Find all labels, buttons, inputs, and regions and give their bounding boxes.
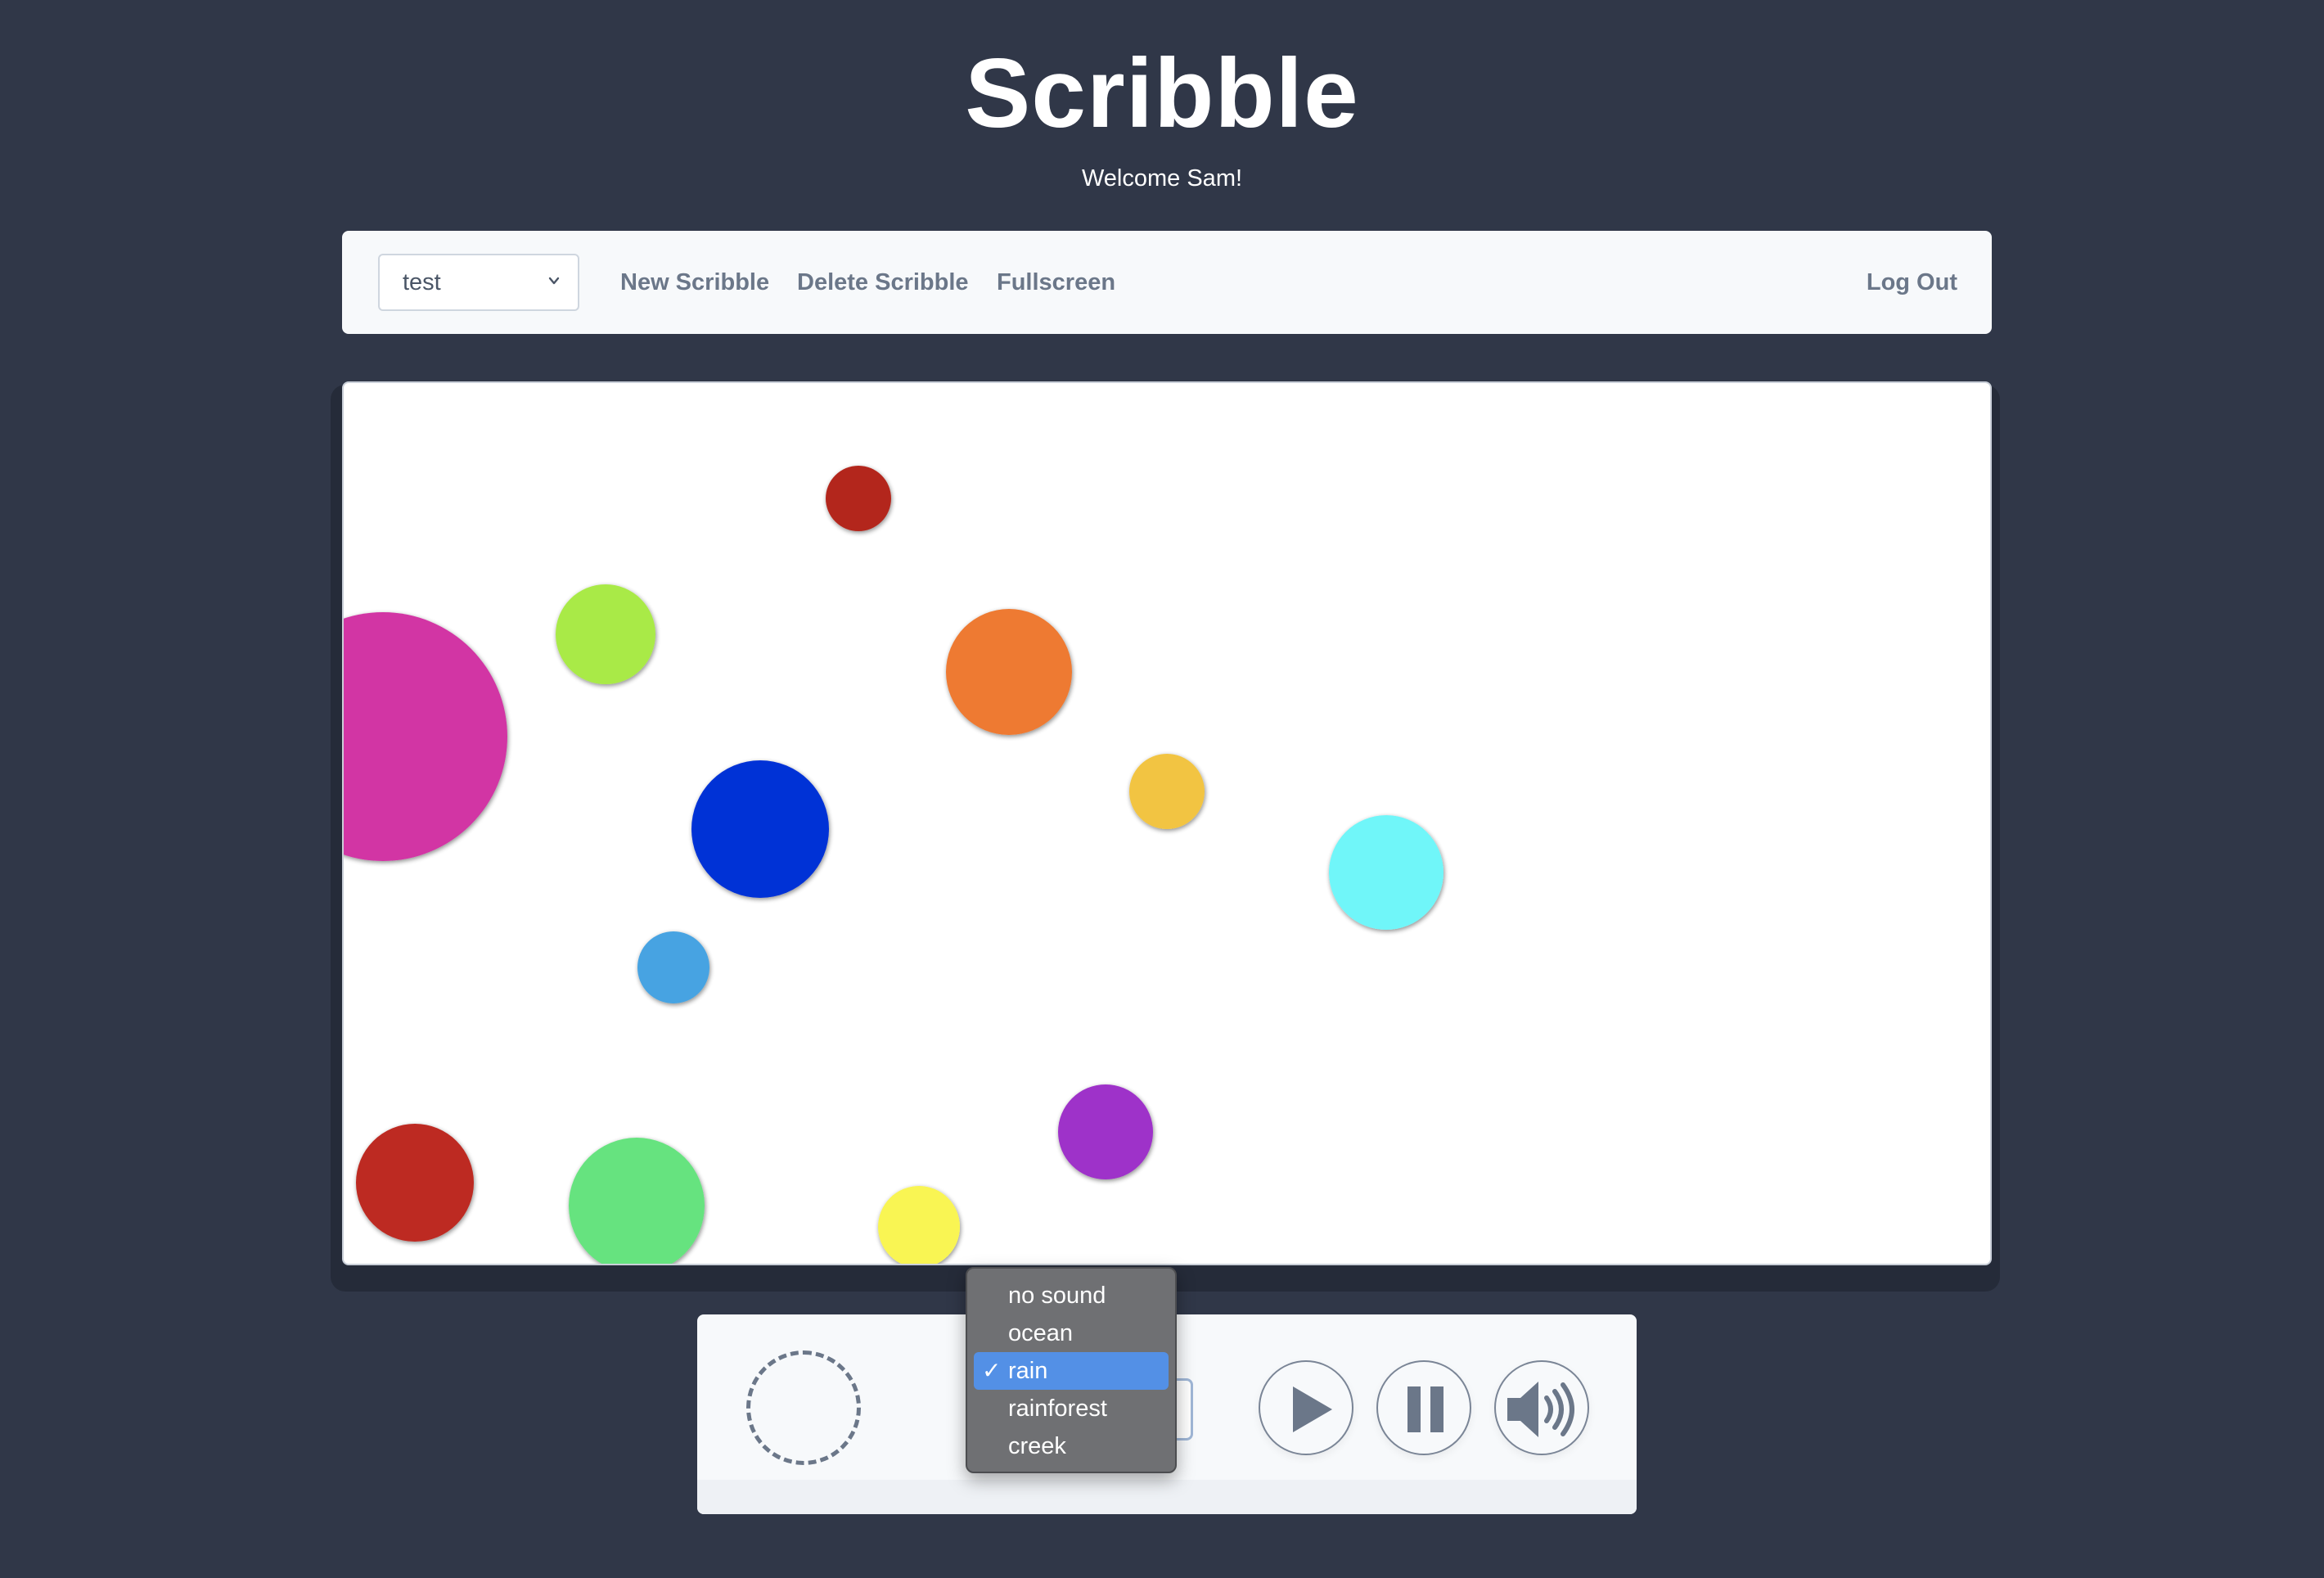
sound-option-label: ocean	[1008, 1320, 1074, 1346]
circle	[569, 1138, 705, 1264]
sound-option-label: rainforest	[1008, 1395, 1107, 1422]
sound-option-creek[interactable]: creek	[974, 1427, 1169, 1465]
circle	[1058, 1084, 1153, 1179]
circle	[826, 466, 891, 531]
volume-icon	[1507, 1382, 1574, 1437]
circle	[946, 609, 1072, 735]
sound-option-no-sound[interactable]: no sound	[974, 1277, 1169, 1314]
loading-spinner-icon	[746, 1350, 861, 1465]
circle	[1129, 754, 1205, 829]
app-title: Scribble	[965, 38, 1359, 148]
sound-option-label: creek	[1008, 1433, 1066, 1459]
sound-dropdown-menu: no sound ocean ✓ rain rainforest creek	[966, 1267, 1177, 1473]
pause-button[interactable]	[1376, 1360, 1471, 1455]
logout-link[interactable]: Log Out	[1867, 231, 1957, 334]
scribble-select-value: test	[403, 269, 441, 295]
circle	[878, 1186, 960, 1264]
fullscreen-link[interactable]: Fullscreen	[997, 231, 1115, 334]
controls-footer	[697, 1480, 1637, 1514]
circle	[356, 1124, 474, 1242]
navbar: test New Scribble Delete Scribble Fullsc…	[342, 231, 1992, 334]
circle	[691, 760, 829, 898]
chevron-down-icon	[548, 277, 560, 285]
pause-icon	[1407, 1386, 1443, 1432]
sound-option-rainforest[interactable]: rainforest	[974, 1390, 1169, 1427]
circle	[637, 931, 709, 1003]
new-scribble-link[interactable]: New Scribble	[620, 231, 769, 334]
checkmark-icon: ✓	[982, 1358, 1002, 1383]
circle	[344, 612, 507, 861]
scribble-select[interactable]: test	[378, 254, 579, 311]
sound-option-rain[interactable]: ✓ rain	[974, 1352, 1169, 1390]
delete-scribble-link[interactable]: Delete Scribble	[797, 231, 969, 334]
sound-option-ocean[interactable]: ocean	[974, 1314, 1169, 1352]
sound-option-label: no sound	[1008, 1283, 1106, 1309]
scribble-canvas[interactable]	[342, 381, 1992, 1265]
sound-option-label: rain	[1008, 1358, 1048, 1384]
play-icon	[1293, 1386, 1332, 1432]
circle	[556, 584, 655, 684]
play-button[interactable]	[1259, 1360, 1353, 1455]
volume-button[interactable]	[1494, 1360, 1589, 1455]
welcome-message: Welcome Sam!	[1081, 165, 1243, 192]
circle	[1329, 815, 1443, 930]
circles-layer	[344, 466, 1443, 1264]
